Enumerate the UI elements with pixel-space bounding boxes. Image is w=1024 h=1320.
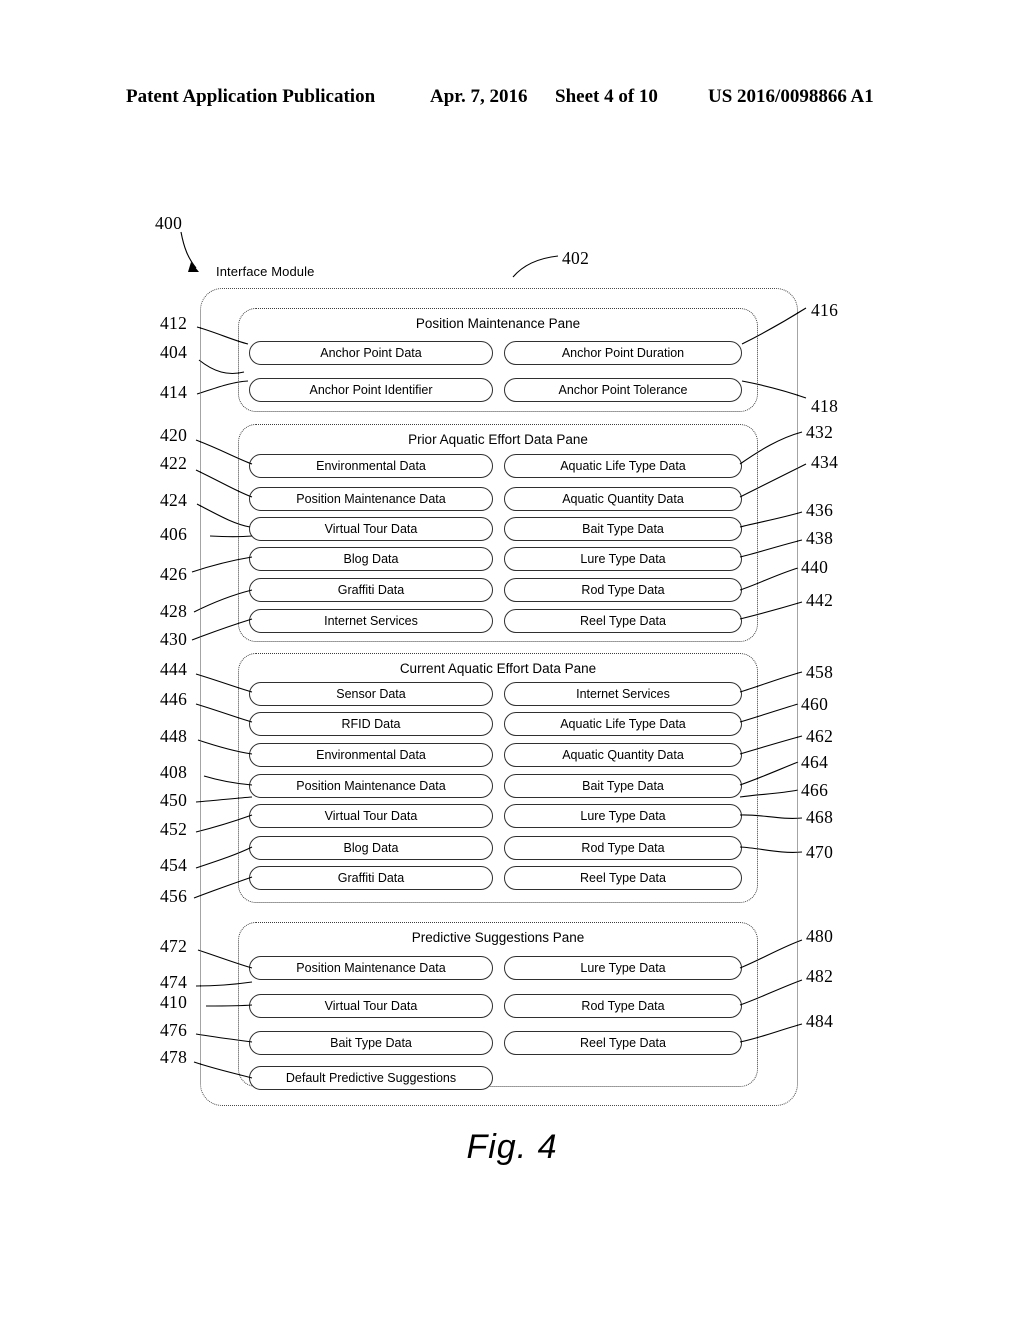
pill-anchor-point-data[interactable]: Anchor Point Data — [249, 341, 493, 365]
pill-anchor-point-duration[interactable]: Anchor Point Duration — [504, 341, 742, 365]
pane-title: Current Aquatic Effort Data Pane — [399, 661, 597, 676]
reference-numeral-472: 472 — [160, 936, 188, 956]
pill-aquatic-quantity-data[interactable]: Aquatic Quantity Data — [504, 487, 742, 511]
reference-numeral-432: 432 — [806, 422, 834, 442]
leader-400 — [180, 231, 197, 269]
pill-virtual-tour-data[interactable]: Virtual Tour Data — [249, 804, 493, 828]
reference-numeral-454: 454 — [160, 855, 188, 875]
reference-numeral-408: 408 — [160, 762, 188, 782]
pill-sensor-data[interactable]: Sensor Data — [249, 682, 493, 706]
reference-numeral-424: 424 — [160, 490, 188, 510]
reference-numeral-440: 440 — [801, 557, 829, 577]
reference-numeral-456: 456 — [160, 886, 188, 906]
pill-anchor-point-tolerance[interactable]: Anchor Point Tolerance — [504, 378, 742, 402]
header-patent-number: US 2016/0098866 A1 — [708, 86, 874, 107]
reference-numeral-484: 484 — [806, 1011, 834, 1031]
pill-graffiti-data[interactable]: Graffiti Data — [249, 578, 493, 602]
reference-numeral-400: 400 — [155, 213, 183, 233]
pill-aquatic-life-type-data[interactable]: Aquatic Life Type Data — [504, 454, 742, 478]
pill-position-maintenance-data[interactable]: Position Maintenance Data — [249, 956, 493, 980]
reference-numeral-468: 468 — [806, 807, 834, 827]
pill-aquatic-quantity-data[interactable]: Aquatic Quantity Data — [504, 743, 742, 767]
pane-title: Position Maintenance Pane — [415, 316, 581, 331]
pill-anchor-point-identifier[interactable]: Anchor Point Identifier — [249, 378, 493, 402]
reference-numeral-442: 442 — [806, 590, 834, 610]
pill-reel-type-data[interactable]: Reel Type Data — [504, 1031, 742, 1055]
pane-position-maintenance: Position Maintenance Pane Anchor Point D… — [238, 308, 758, 412]
pill-position-maintenance-data[interactable]: Position Maintenance Data — [249, 774, 493, 798]
arrowhead-400 — [188, 262, 199, 272]
pill-position-maintenance-data[interactable]: Position Maintenance Data — [249, 487, 493, 511]
pill-bait-type-data[interactable]: Bait Type Data — [504, 774, 742, 798]
reference-numeral-480: 480 — [806, 926, 834, 946]
pill-internet-services[interactable]: Internet Services — [249, 609, 493, 633]
pill-lure-type-data[interactable]: Lure Type Data — [504, 547, 742, 571]
reference-numeral-404: 404 — [160, 342, 188, 362]
reference-numeral-414: 414 — [160, 382, 188, 402]
pill-lure-type-data[interactable]: Lure Type Data — [504, 804, 742, 828]
reference-numeral-428: 428 — [160, 601, 188, 621]
reference-numeral-422: 422 — [160, 453, 188, 473]
reference-numeral-444: 444 — [160, 659, 188, 679]
pill-bait-type-data[interactable]: Bait Type Data — [249, 1031, 493, 1055]
page-header: Patent Application Publication Apr. 7, 2… — [0, 86, 1024, 112]
reference-numeral-412: 412 — [160, 313, 188, 333]
leader-402 — [512, 255, 559, 278]
pill-reel-type-data[interactable]: Reel Type Data — [504, 609, 742, 633]
pill-environmental-data[interactable]: Environmental Data — [249, 743, 493, 767]
pane-prior-aquatic-effort-data: Prior Aquatic Effort Data Pane Environme… — [238, 424, 758, 642]
reference-numeral-460: 460 — [801, 694, 829, 714]
reference-numeral-482: 482 — [806, 966, 834, 986]
pill-environmental-data[interactable]: Environmental Data — [249, 454, 493, 478]
reference-numeral-420: 420 — [160, 425, 188, 445]
reference-numeral-448: 448 — [160, 726, 188, 746]
pill-rod-type-data[interactable]: Rod Type Data — [504, 578, 742, 602]
reference-numeral-402: 402 — [562, 248, 590, 268]
reference-numeral-458: 458 — [806, 662, 834, 682]
reference-numeral-416: 416 — [811, 300, 839, 320]
reference-numeral-462: 462 — [806, 726, 834, 746]
pill-lure-type-data[interactable]: Lure Type Data — [504, 956, 742, 980]
reference-numeral-474: 474 — [160, 972, 188, 992]
reference-numeral-478: 478 — [160, 1047, 188, 1067]
pill-graffiti-data[interactable]: Graffiti Data — [249, 866, 493, 890]
reference-numeral-464: 464 — [801, 752, 829, 772]
pill-rfid-data[interactable]: RFID Data — [249, 712, 493, 736]
reference-numeral-452: 452 — [160, 819, 188, 839]
reference-numeral-418: 418 — [811, 396, 839, 416]
pill-bait-type-data[interactable]: Bait Type Data — [504, 517, 742, 541]
pill-virtual-tour-data[interactable]: Virtual Tour Data — [249, 517, 493, 541]
reference-numeral-466: 466 — [801, 780, 829, 800]
reference-numeral-476: 476 — [160, 1020, 188, 1040]
header-date-text: Apr. 7, 2016 — [430, 86, 528, 107]
pill-reel-type-data[interactable]: Reel Type Data — [504, 866, 742, 890]
pill-blog-data[interactable]: Blog Data — [249, 547, 493, 571]
pill-internet-services[interactable]: Internet Services — [504, 682, 742, 706]
header-publication-text: Patent Application Publication — [126, 86, 376, 107]
reference-numeral-406: 406 — [160, 524, 188, 544]
reference-numeral-470: 470 — [806, 842, 834, 862]
pill-aquatic-life-type-data[interactable]: Aquatic Life Type Data — [504, 712, 742, 736]
pane-current-aquatic-effort-data: Current Aquatic Effort Data Pane Sensor … — [238, 653, 758, 903]
pane-title: Prior Aquatic Effort Data Pane — [408, 432, 588, 447]
reference-numeral-426: 426 — [160, 564, 188, 584]
pill-rod-type-data[interactable]: Rod Type Data — [504, 836, 742, 860]
figure-caption: Fig. 4 — [466, 1128, 558, 1166]
pane-title: Predictive Suggestions Pane — [411, 930, 585, 945]
pill-virtual-tour-data[interactable]: Virtual Tour Data — [249, 994, 493, 1018]
pill-blog-data[interactable]: Blog Data — [249, 836, 493, 860]
pill-rod-type-data[interactable]: Rod Type Data — [504, 994, 742, 1018]
interface-module-label: Interface Module — [216, 264, 315, 279]
reference-numeral-430: 430 — [160, 629, 188, 649]
reference-numeral-446: 446 — [160, 689, 188, 709]
reference-numeral-434: 434 — [811, 452, 839, 472]
pill-default-predictive-suggestions[interactable]: Default Predictive Suggestions — [249, 1066, 493, 1090]
reference-numeral-450: 450 — [160, 790, 188, 810]
header-sheet-text: Sheet 4 of 10 — [555, 86, 658, 107]
reference-numeral-436: 436 — [806, 500, 834, 520]
reference-numeral-410: 410 — [160, 992, 188, 1012]
reference-numeral-438: 438 — [806, 528, 834, 548]
pane-predictive-suggestions: Predictive Suggestions Pane Position Mai… — [238, 922, 758, 1090]
